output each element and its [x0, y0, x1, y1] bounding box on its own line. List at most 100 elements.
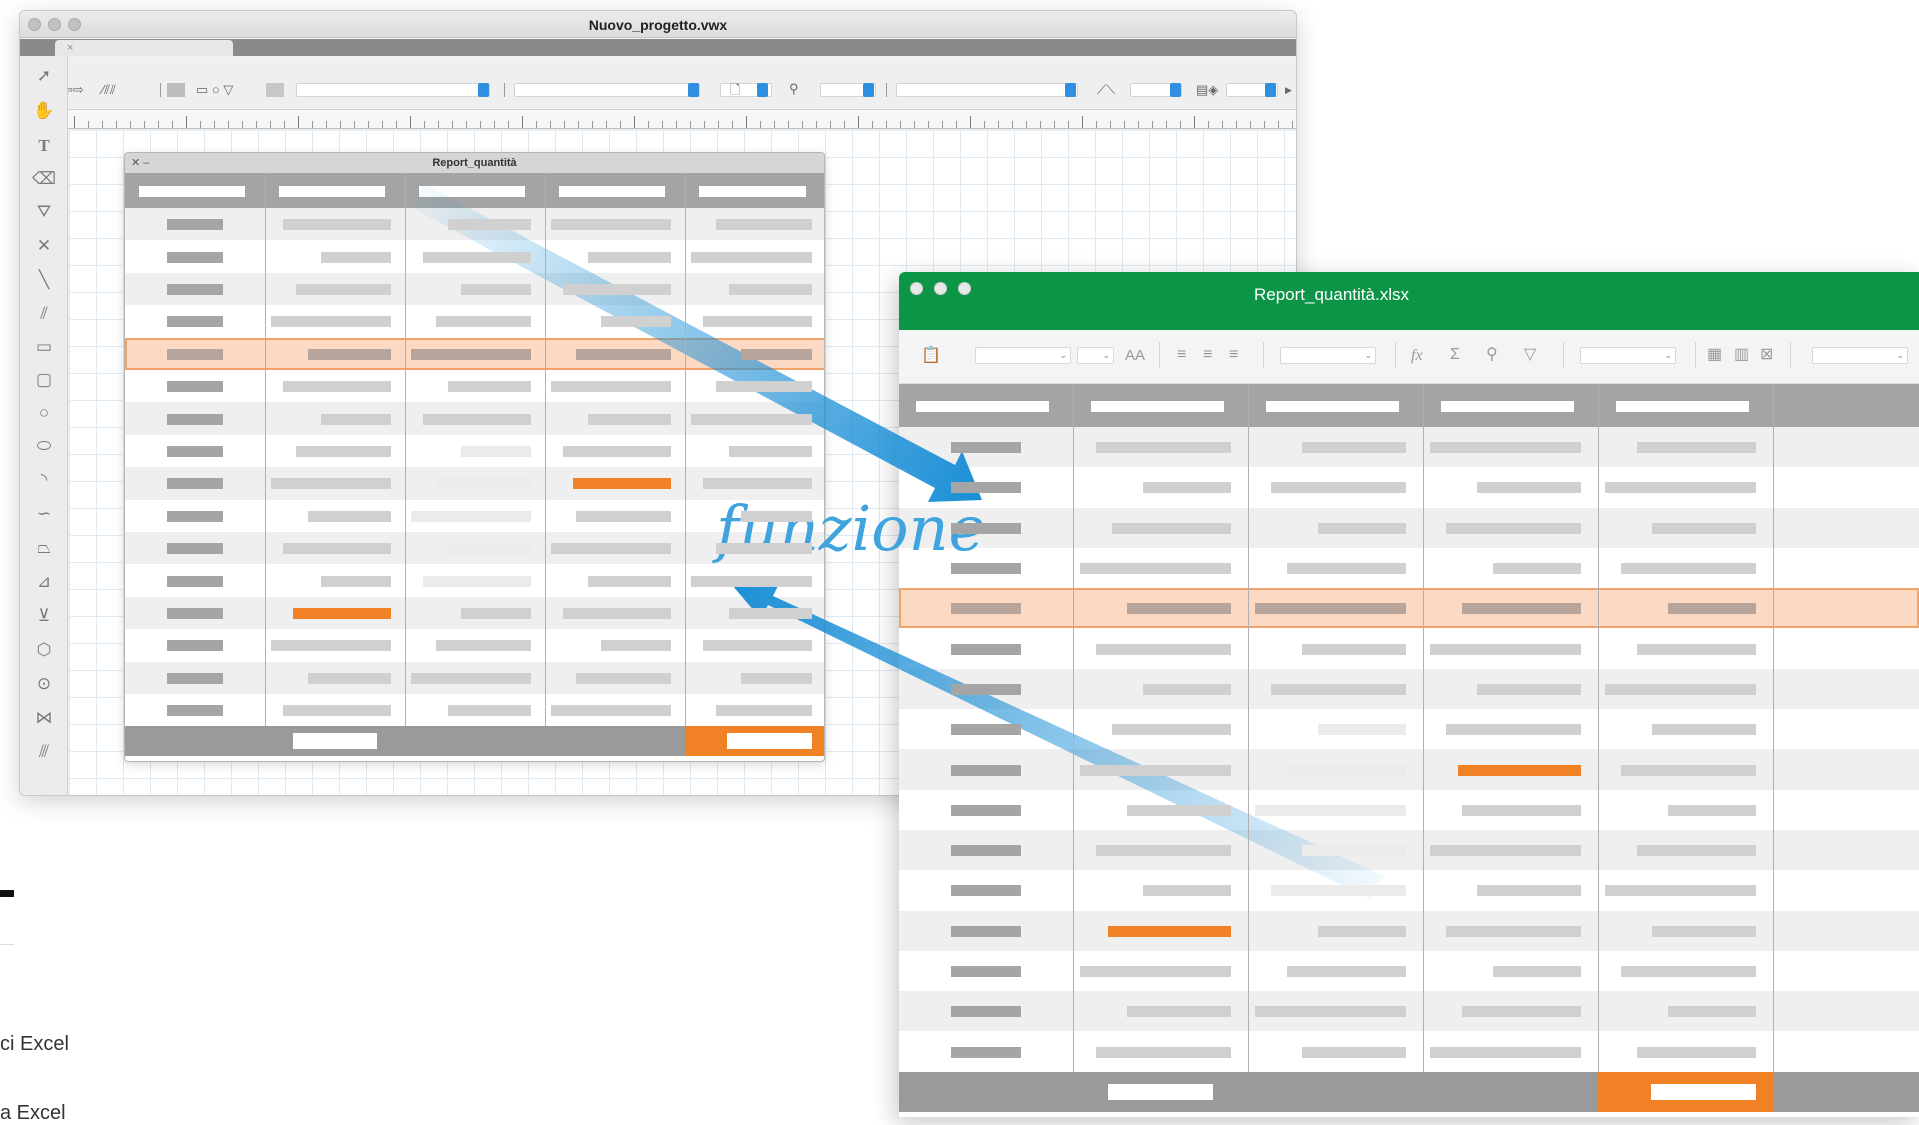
align-left-icon[interactable]: ≡	[1177, 345, 1186, 365]
layer-fill-icon[interactable]	[167, 83, 185, 97]
cell-value[interactable]	[1318, 925, 1406, 937]
cell-value[interactable]	[951, 603, 1021, 615]
cell-value[interactable]	[167, 381, 223, 393]
cell-value[interactable]	[1445, 724, 1581, 736]
cell-value[interactable]	[951, 804, 1021, 816]
cell-value[interactable]	[1111, 724, 1231, 736]
cell-value[interactable]	[1302, 442, 1406, 454]
cell-value[interactable]	[563, 446, 671, 457]
cell-value[interactable]	[1477, 482, 1581, 494]
cell-value[interactable]	[167, 251, 223, 263]
cell-value[interactable]	[1286, 764, 1406, 776]
cell-value[interactable]	[1255, 603, 1406, 615]
cell-value[interactable]	[295, 284, 391, 295]
eraser-icon[interactable]: ⌫	[20, 169, 68, 189]
cell-value[interactable]	[1270, 885, 1406, 897]
cell-value[interactable]	[1302, 643, 1406, 655]
cell-value[interactable]	[573, 478, 671, 490]
column-header-label[interactable]	[699, 185, 807, 197]
cell-value[interactable]	[1461, 603, 1581, 615]
table-row[interactable]	[899, 749, 1919, 790]
cell-value[interactable]	[951, 925, 1021, 937]
cell-value[interactable]	[951, 764, 1021, 776]
total-value[interactable]	[293, 733, 377, 750]
circle-icon[interactable]: ○	[20, 403, 68, 423]
cell-value[interactable]	[1668, 1006, 1756, 1018]
cell-value[interactable]	[1477, 683, 1581, 695]
worksheet-window-controls[interactable]: ✕ –	[131, 156, 149, 169]
cell-value[interactable]	[951, 724, 1021, 736]
cell-value[interactable]	[951, 482, 1021, 494]
rounded-rectangle-icon[interactable]: ▢	[20, 370, 68, 390]
table-row[interactable]	[899, 870, 1919, 911]
cell-value[interactable]	[1652, 724, 1756, 736]
active-layer-stepper[interactable]	[688, 83, 699, 97]
cell-value[interactable]	[167, 640, 223, 652]
cell-value[interactable]	[951, 1046, 1021, 1058]
cell-value[interactable]	[1445, 925, 1581, 937]
view-stepper[interactable]	[1065, 83, 1076, 97]
cell-value[interactable]	[167, 705, 223, 717]
zoom-stepper[interactable]	[863, 83, 874, 97]
active-class-select[interactable]	[296, 83, 490, 97]
cell-value[interactable]	[1458, 764, 1581, 776]
hatch-icon[interactable]: ⫻	[20, 742, 68, 762]
worksheet-window[interactable]: Report_quantità ✕ –	[124, 152, 825, 762]
cell-value[interactable]	[716, 543, 812, 555]
zoom-select[interactable]: ⌄	[1812, 347, 1908, 364]
align-center-icon[interactable]: ≡	[1203, 345, 1212, 365]
cell-value[interactable]	[951, 683, 1021, 695]
column-header-label[interactable]	[1265, 400, 1399, 412]
cell-value[interactable]	[1605, 683, 1756, 695]
cell-value[interactable]	[1318, 522, 1406, 534]
cell-value[interactable]	[270, 478, 391, 490]
cell-value[interactable]	[293, 608, 391, 619]
cell-value[interactable]	[601, 316, 671, 328]
number-format-select[interactable]: ⌄	[1280, 347, 1376, 364]
cell-value[interactable]	[308, 348, 391, 360]
cell-value[interactable]	[1143, 683, 1231, 695]
cell-value[interactable]	[1095, 1046, 1231, 1058]
cell-value[interactable]	[1620, 764, 1756, 776]
cell-value[interactable]	[716, 219, 812, 231]
table-row[interactable]	[899, 467, 1919, 508]
cell-value[interactable]	[741, 510, 812, 522]
cell-value[interactable]	[1430, 643, 1581, 655]
cell-value[interactable]	[270, 316, 391, 328]
hand-pan-icon[interactable]: ✋	[20, 101, 68, 121]
cell-value[interactable]	[1095, 845, 1231, 857]
cell-value[interactable]	[575, 672, 671, 684]
cell-value[interactable]	[563, 284, 671, 295]
cell-value[interactable]	[295, 446, 391, 457]
autosum-icon[interactable]: Σ	[1450, 345, 1460, 365]
table-row[interactable]	[899, 910, 1919, 951]
arrow-cursor-icon[interactable]: ➚	[20, 66, 68, 86]
cell-value[interactable]	[951, 885, 1021, 897]
find-icon[interactable]: ⚲	[1486, 345, 1498, 365]
cell-value[interactable]	[690, 251, 812, 263]
cell-value[interactable]	[1286, 966, 1406, 978]
cell-value[interactable]	[167, 478, 223, 490]
cell-value[interactable]	[410, 510, 531, 522]
column-header-label[interactable]	[279, 185, 386, 197]
cell-value[interactable]	[550, 543, 671, 555]
cell-value[interactable]	[601, 640, 671, 652]
cell-value[interactable]	[167, 608, 223, 619]
oval-icon[interactable]: ⬭	[20, 436, 68, 456]
polyline-icon[interactable]: ⊿	[20, 572, 68, 592]
column-header-label[interactable]	[1440, 400, 1574, 412]
worksheet-table[interactable]	[125, 173, 824, 761]
cell-value[interactable]	[716, 705, 812, 717]
arc-icon[interactable]: ◝	[20, 470, 68, 490]
view-select[interactable]	[896, 83, 1078, 97]
cell-value[interactable]	[1430, 1046, 1581, 1058]
x-constraint-icon[interactable]: ✕	[20, 236, 68, 256]
style-select[interactable]: ⌄	[1580, 347, 1676, 364]
cell-value[interactable]	[1636, 845, 1756, 857]
cell-value[interactable]	[1445, 522, 1581, 534]
cell-value[interactable]	[1302, 1046, 1406, 1058]
cell-value[interactable]	[951, 845, 1021, 857]
sheet-stepper[interactable]	[757, 83, 768, 97]
cell-value[interactable]	[550, 381, 671, 393]
cell-value[interactable]	[728, 284, 812, 295]
